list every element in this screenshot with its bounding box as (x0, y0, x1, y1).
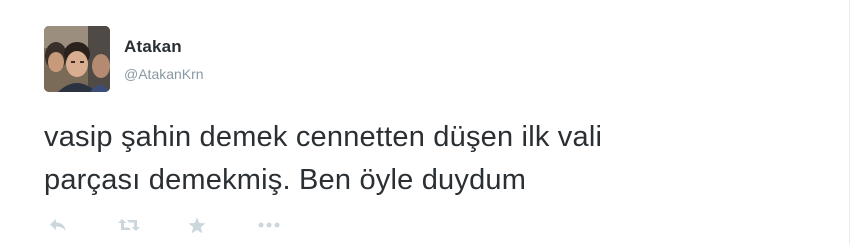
avatar[interactable] (44, 26, 110, 92)
author-display-name[interactable]: Atakan (124, 37, 182, 57)
tweet-actions (46, 214, 282, 236)
more-icon (258, 222, 280, 228)
tweet-text: vasip şahin demek cennetten düşen ilk va… (44, 121, 603, 196)
reply-button[interactable] (46, 214, 70, 236)
retweet-icon (118, 219, 140, 231)
favorite-button[interactable] (186, 214, 208, 236)
author-handle[interactable]: @AtakanKrn (124, 66, 204, 82)
star-icon (188, 217, 206, 233)
retweet-button[interactable] (116, 214, 142, 236)
more-button[interactable] (256, 214, 282, 236)
tweet-card: Atakan @AtakanKrn vasip şahin demek cenn… (0, 0, 850, 244)
reply-icon (50, 219, 66, 231)
avatar-photo (44, 26, 110, 92)
